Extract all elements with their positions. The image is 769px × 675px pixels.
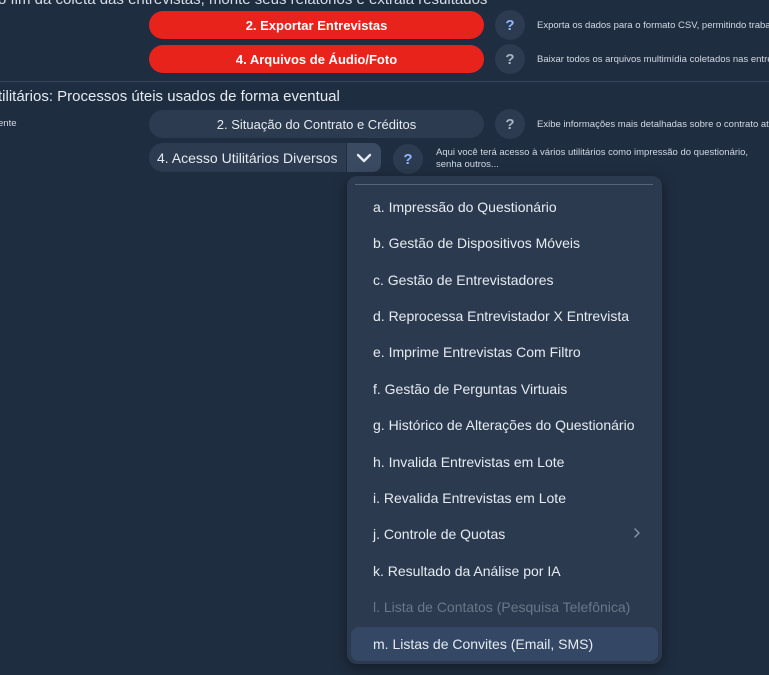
utilities-dropdown-menu: a. Impressão do Questionário b. Gestão d…	[347, 176, 662, 664]
menu-item-interviewers[interactable]: c. Gestão de Entrevistadores	[351, 263, 658, 297]
chevron-down-icon	[356, 153, 372, 162]
menu-item-label: e. Imprime Entrevistas Com Filtro	[373, 344, 581, 360]
menu-item-label: f. Gestão de Perguntas Virtuais	[373, 381, 568, 397]
menu-item-label: l. Lista de Contatos (Pesquisa Telefônic…	[373, 599, 631, 615]
audio-photo-files-button[interactable]: 4. Arquivos de Áudio/Foto	[149, 45, 484, 73]
menu-item-contact-list: l. Lista de Contatos (Pesquisa Telefônic…	[351, 590, 658, 624]
menu-item-print-filtered-interviews[interactable]: e. Imprime Entrevistas Com Filtro	[351, 335, 658, 369]
question-icon: ?	[505, 50, 515, 68]
contract-credits-button[interactable]: 2. Situação do Contrato e Créditos	[149, 110, 484, 138]
question-icon: ?	[505, 115, 515, 133]
help-contract-credits[interactable]: ?	[495, 109, 525, 139]
menu-item-reprocess-interviewer[interactable]: d. Reprocessa Entrevistador X Entrevista	[351, 299, 658, 333]
menu-item-label: j. Controle de Quotas	[373, 526, 506, 542]
menu-item-label: d. Reprocessa Entrevistador X Entrevista	[373, 308, 630, 324]
section-subtitle-fragment: o fim da coleta das entrevistas, monte s…	[0, 0, 487, 8]
question-icon: ?	[505, 16, 515, 34]
menu-item-label: b. Gestão de Dispositivos Móveis	[373, 235, 580, 251]
contract-credits-description: Exibe informações mais detalhadas sobre …	[537, 119, 769, 130]
menu-item-revalidate-batch[interactable]: i. Revalida Entrevistas em Lote	[351, 481, 658, 515]
utilities-description: Aqui você terá acesso à vários utilitári…	[436, 147, 749, 170]
utilities-section-title: tilitários: Processos úteis usados de fo…	[0, 88, 340, 105]
menu-item-invalidate-batch[interactable]: h. Invalida Entrevistas em Lote	[351, 445, 658, 479]
help-utilities[interactable]: ?	[393, 144, 423, 174]
menu-item-label: m. Listas de Convites (Email, SMS)	[373, 636, 594, 652]
chevron-right-icon	[634, 528, 640, 538]
help-export-interviews[interactable]: ?	[495, 10, 525, 40]
menu-item-label: a. Impressão do Questionário	[373, 199, 557, 215]
export-interviews-button[interactable]: 2. Exportar Entrevistas	[149, 11, 484, 39]
utilities-select[interactable]: 4. Acesso Utilitários Diversos	[149, 143, 346, 172]
menu-item-ai-analysis[interactable]: k. Resultado da Análise por IA	[351, 554, 658, 588]
utilities-select-toggle[interactable]	[347, 143, 381, 172]
menu-item-invitation-lists[interactable]: m. Listas de Convites (Email, SMS)	[351, 627, 658, 661]
menu-item-label: g. Histórico de Alterações do Questionár…	[373, 417, 635, 433]
help-audio-photo-files[interactable]: ?	[495, 44, 525, 74]
export-interviews-description: Exporta os dados para o formato CSV, per…	[537, 20, 769, 31]
menu-item-print-questionnaire[interactable]: a. Impressão do Questionário	[351, 190, 658, 224]
left-text-fragment: ente	[0, 118, 17, 129]
menu-item-label: i. Revalida Entrevistas em Lote	[373, 490, 566, 506]
menu-separator	[355, 184, 653, 185]
utilities-select-value: 4. Acesso Utilitários Diversos	[157, 149, 338, 166]
question-icon: ?	[403, 150, 413, 168]
menu-item-mobile-devices[interactable]: b. Gestão de Dispositivos Móveis	[351, 226, 658, 260]
audio-photo-files-description: Baixar todos os arquivos multimídia cole…	[537, 54, 769, 65]
menu-item-questionnaire-history[interactable]: g. Histórico de Alterações do Questionár…	[351, 408, 658, 442]
menu-item-label: k. Resultado da Análise por IA	[373, 563, 561, 579]
menu-item-label: h. Invalida Entrevistas em Lote	[373, 454, 565, 470]
menu-item-label: c. Gestão de Entrevistadores	[373, 272, 554, 288]
menu-item-quota-control[interactable]: j. Controle de Quotas	[351, 517, 658, 551]
menu-item-virtual-questions[interactable]: f. Gestão de Perguntas Virtuais	[351, 372, 658, 406]
section-divider	[0, 81, 769, 82]
